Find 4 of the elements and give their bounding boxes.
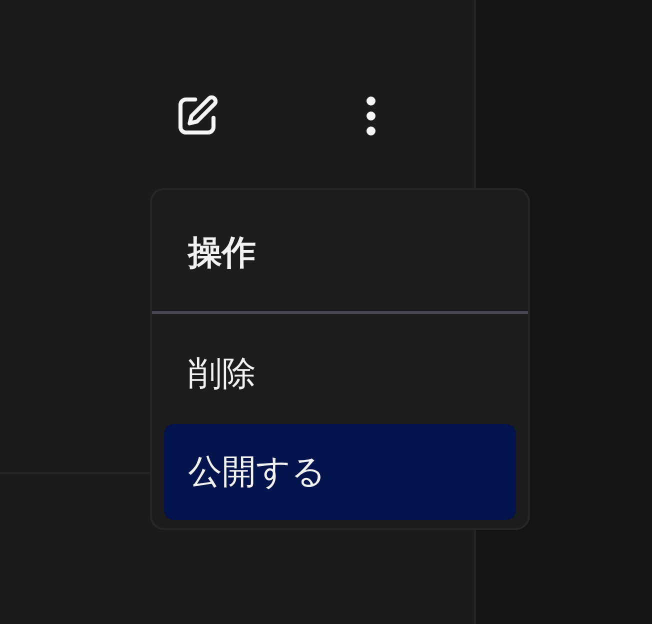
menu-title: 操作	[188, 232, 256, 274]
menu-item[interactable]: 公開する	[164, 424, 516, 520]
more-options-icon[interactable]	[364, 96, 378, 136]
menu-item[interactable]: 削除	[164, 326, 516, 422]
